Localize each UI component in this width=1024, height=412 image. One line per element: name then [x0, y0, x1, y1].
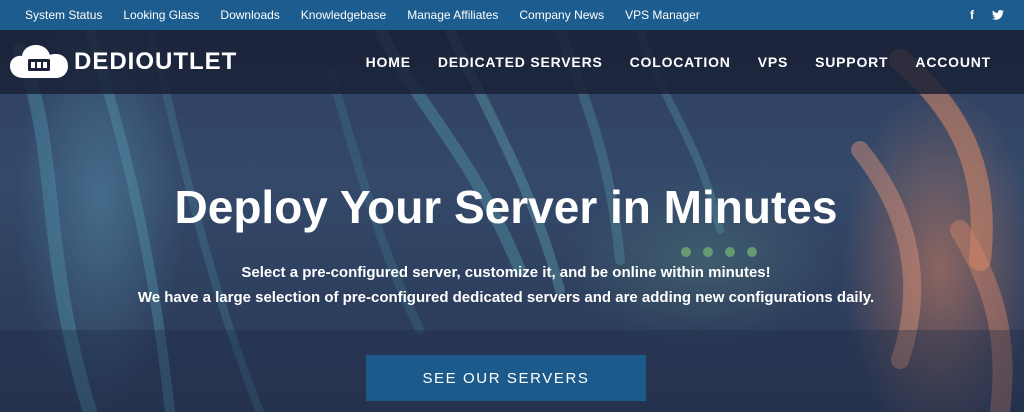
toplink-system-status[interactable]: System Status — [25, 8, 102, 22]
nav-account[interactable]: ACCOUNT — [915, 54, 991, 70]
brand-name: DEDIOUTLET — [74, 48, 238, 75]
toplink-downloads[interactable]: Downloads — [220, 8, 279, 22]
top-links: System Status Looking Glass Downloads Kn… — [25, 8, 721, 22]
main-navbar: DEDIOUTLET HOME DEDICATED SERVERS COLOCA… — [0, 30, 1024, 94]
nav-colocation[interactable]: COLOCATION — [630, 54, 731, 70]
toplink-looking-glass[interactable]: Looking Glass — [123, 8, 199, 22]
nav-vps[interactable]: VPS — [758, 54, 788, 70]
cloud-server-icon — [10, 45, 68, 78]
facebook-icon[interactable]: f — [970, 8, 974, 22]
hero-subtitle-line-1: Select a pre-configured server, customiz… — [241, 264, 771, 281]
nav-home[interactable]: HOME — [366, 54, 411, 70]
twitter-icon[interactable] — [992, 10, 1004, 20]
toplink-company-news[interactable]: Company News — [519, 8, 604, 22]
top-bar: System Status Looking Glass Downloads Kn… — [0, 0, 1024, 30]
nav-support[interactable]: SUPPORT — [815, 54, 888, 70]
toplink-manage-affiliates[interactable]: Manage Affiliates — [407, 8, 498, 22]
see-our-servers-button[interactable]: SEE OUR SERVERS — [366, 355, 646, 401]
nav-dedicated-servers[interactable]: DEDICATED SERVERS — [438, 54, 603, 70]
main-nav: HOME DEDICATED SERVERS COLOCATION VPS SU… — [366, 30, 991, 94]
toplink-knowledgebase[interactable]: Knowledgebase — [301, 8, 386, 22]
logo[interactable]: DEDIOUTLET — [10, 44, 237, 80]
toplink-vps-manager[interactable]: VPS Manager — [625, 8, 700, 22]
social-links: f — [970, 0, 1004, 30]
hero-subtitle-line-2: We have a large selection of pre-configu… — [137, 289, 875, 306]
hero-title: Deploy Your Server in Minutes — [174, 181, 838, 233]
